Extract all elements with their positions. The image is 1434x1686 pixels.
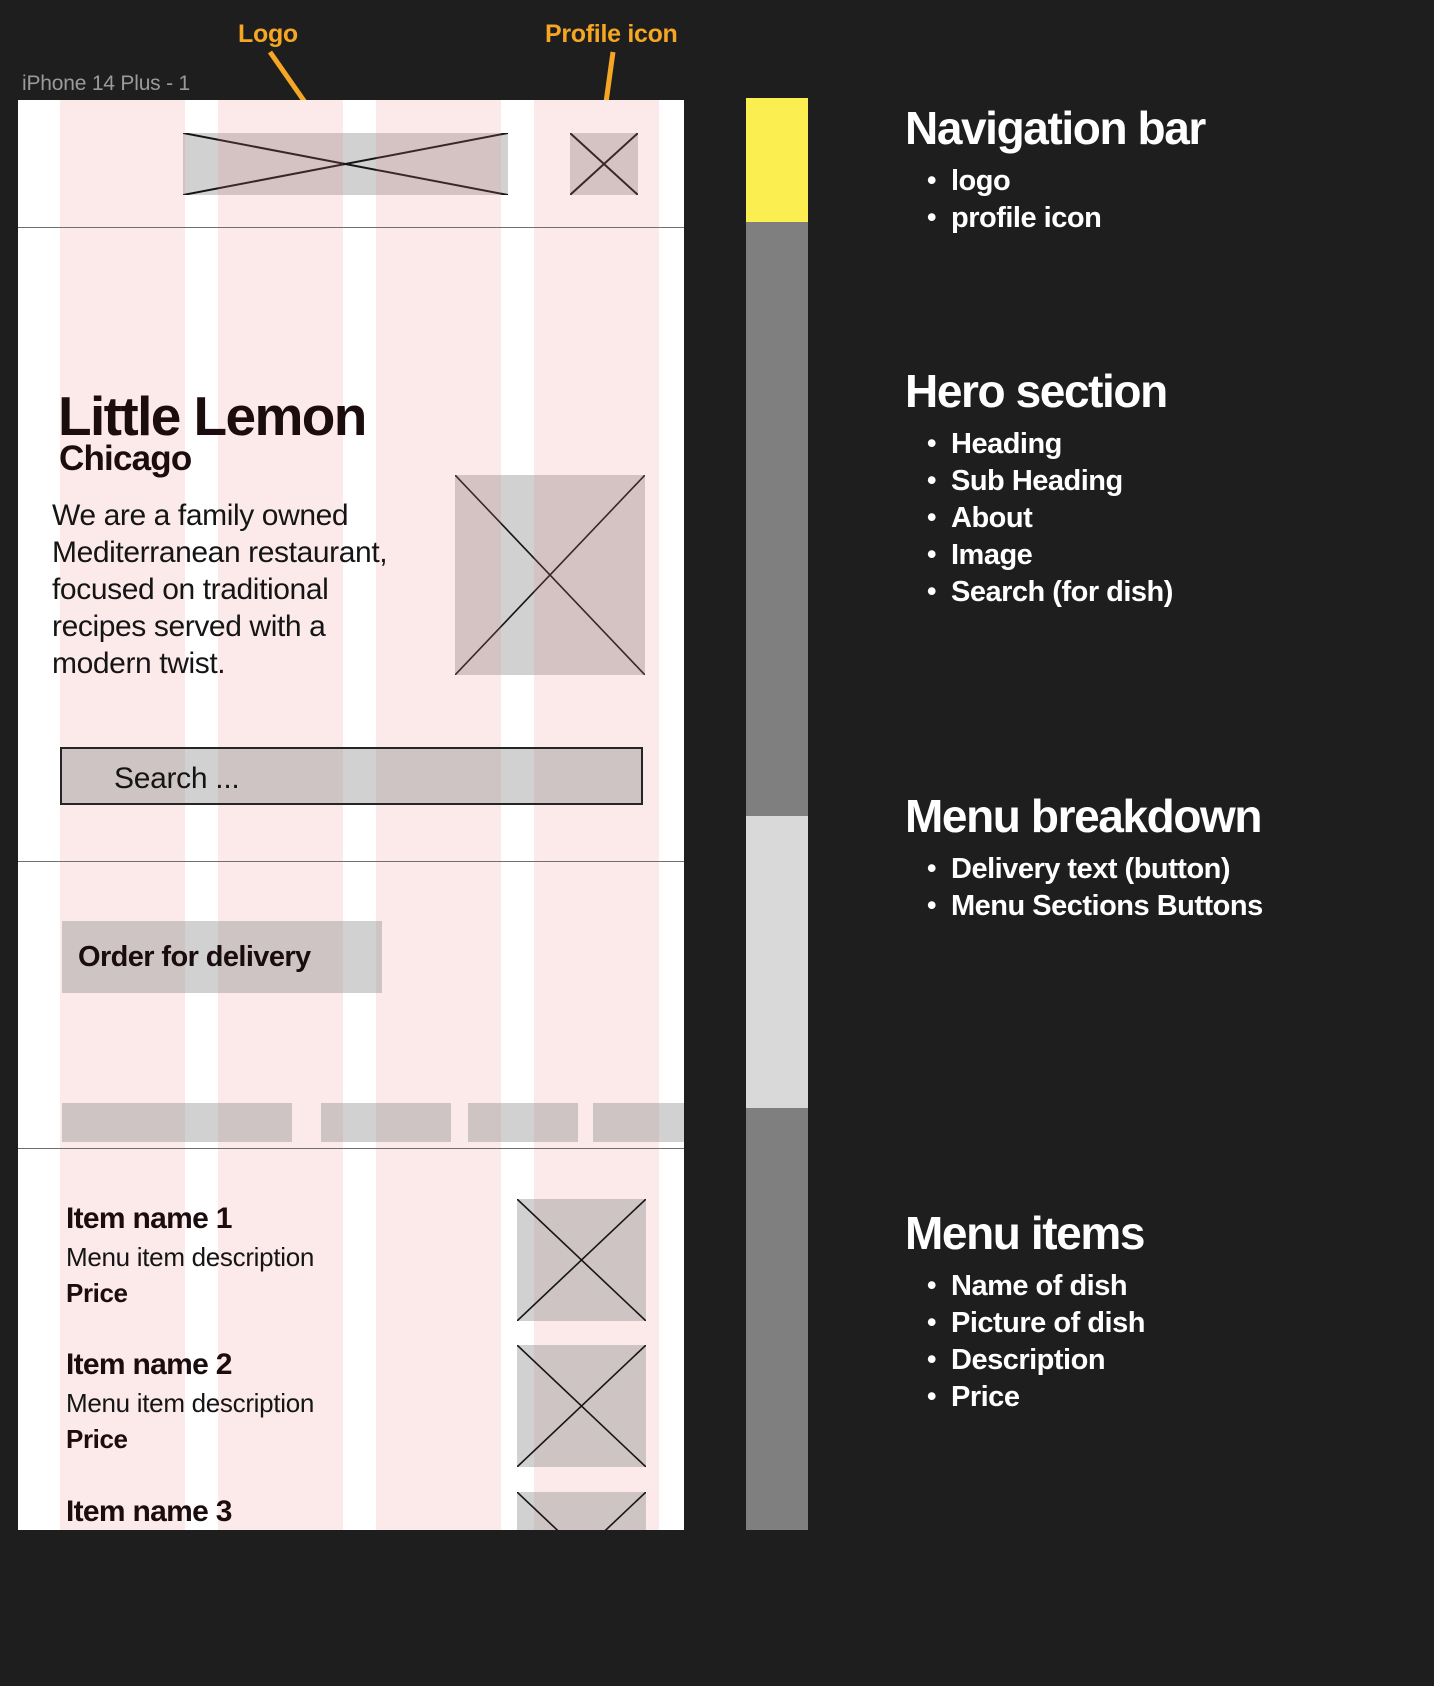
screenshot-root: Logo Profile icon iPhone 14 Plus - 1 Lit… [0,0,1434,1686]
note-bullet: profile icon [905,199,1205,237]
legend-segment-menu-breakdown [746,816,808,1108]
menu-breakdown-section: Order for delivery [18,863,684,1149]
menu-item-description: Menu item description [66,1388,315,1418]
menu-item-name: Item name 3 [66,1495,232,1528]
menu-item-name: Item name 1 [66,1202,232,1235]
note-bullet-list: Name of dish Picture of dish Description… [905,1267,1145,1416]
menu-section-button[interactable] [62,1103,292,1142]
search-placeholder-text: Search ... [114,762,240,795]
search-input[interactable]: Search ... [60,747,643,805]
note-bullet-list: Heading Sub Heading About Image Search (… [905,425,1173,611]
note-bullet: Heading [905,425,1173,463]
note-menu-items: Menu items Name of dish Picture of dish … [905,1205,1145,1416]
hero-image-placeholder [455,475,645,675]
note-bullet-list: Delivery text (button) Menu Sections But… [905,850,1375,925]
order-for-delivery-button[interactable]: Order for delivery [62,921,382,993]
callout-label-profile-icon: Profile icon [545,20,678,48]
menu-item-price: Price [66,1278,128,1308]
hero-section: Little Lemon Chicago We are a family own… [18,229,684,862]
legend-segment-hero-section [746,222,808,816]
breakdown-divider [18,1148,684,1149]
hero-subheading: Chicago [59,439,192,478]
note-menu-breakdown: Menu breakdown Delivery text (button) Me… [905,788,1375,925]
note-title: Hero section [905,365,1168,417]
hero-divider [18,861,684,862]
menu-item-price: Price [66,1424,128,1454]
menu-item-name: Item name 2 [66,1348,232,1381]
note-bullet: Picture of dish [905,1304,1145,1342]
callout-label-logo: Logo [238,20,298,48]
menu-items-section: Item name 1 Menu item description Price … [18,1150,684,1530]
note-title: Menu breakdown [905,790,1263,842]
menu-item-image-placeholder [516,1491,647,1530]
note-bullet: Description [905,1341,1145,1379]
note-bullet: Search (for dish) [905,573,1173,611]
menu-item-image-placeholder [516,1198,647,1322]
menu-section-button[interactable] [593,1103,684,1142]
logo-placeholder[interactable] [183,133,508,195]
nav-divider [18,227,684,228]
note-bullet: Sub Heading [905,462,1173,500]
note-bullet: About [905,499,1173,537]
artboard-label: iPhone 14 Plus - 1 [22,72,191,95]
phone-mockup: Little Lemon Chicago We are a family own… [18,100,684,1530]
note-hero-section: Hero section Heading Sub Heading About I… [905,363,1173,611]
note-title: Menu items [905,1207,1145,1259]
note-bullet: Delivery text (button) [905,850,1375,888]
menu-item-description: Menu item description [66,1242,315,1272]
note-navigation-bar: Navigation bar logo profile icon [905,100,1206,237]
menu-section-button[interactable] [468,1103,578,1142]
hero-about-text: We are a family owned Mediterranean rest… [52,499,388,680]
note-bullet: logo [905,162,1205,200]
profile-icon-placeholder[interactable] [570,133,638,195]
note-title: Navigation bar [905,102,1206,154]
menu-section-button[interactable] [321,1103,451,1142]
order-for-delivery-label: Order for delivery [78,941,311,973]
note-bullet: Image [905,536,1173,574]
legend-segment-menu-items [746,1108,808,1530]
menu-item-image-placeholder [516,1344,647,1468]
note-bullet: Name of dish [905,1267,1145,1305]
note-bullet-list: logo profile icon [905,162,1205,237]
note-bullet: Price [905,1378,1145,1416]
note-bullet: Menu Sections Buttons [905,887,1375,925]
navigation-bar [18,100,684,228]
legend-segment-navigation-bar [746,98,808,222]
